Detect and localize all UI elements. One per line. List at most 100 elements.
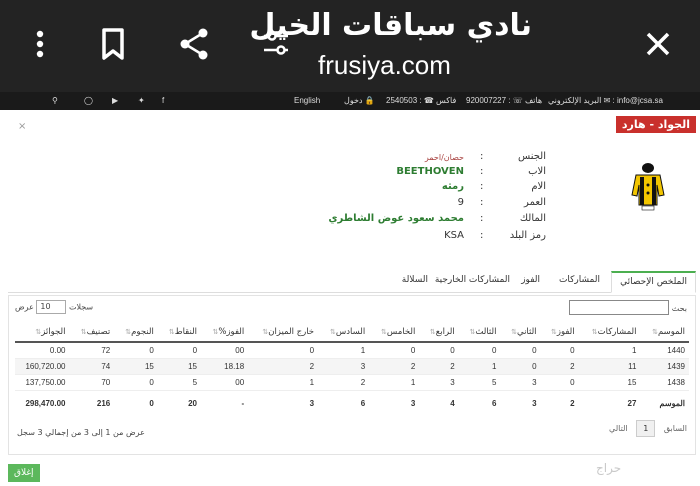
value-sex: حصان/احمر bbox=[424, 153, 464, 162]
language-link[interactable]: English bbox=[294, 96, 320, 105]
prev-button[interactable]: السابق bbox=[664, 424, 687, 433]
totals-row: الموسم 27 2 3 6 4 3 6 3-20 0 216 298,470.00 bbox=[15, 390, 689, 411]
column-header[interactable]: المشاركات⇅ bbox=[578, 322, 641, 343]
table-cell: 00 bbox=[201, 342, 249, 359]
tab-wins[interactable]: الفوز bbox=[521, 275, 540, 285]
show-prefix: عرض bbox=[15, 302, 34, 312]
table-cell: 0 bbox=[540, 374, 579, 391]
column-header[interactable]: الموسم⇅ bbox=[640, 322, 689, 343]
table-cell: 15 bbox=[114, 358, 158, 375]
colon: : bbox=[480, 213, 484, 224]
search-icon[interactable]: ⚲ bbox=[52, 96, 58, 105]
label-age: العمر bbox=[524, 197, 546, 208]
table-cell: 0 bbox=[114, 374, 158, 391]
page-title: نادي سباقات الخيل bbox=[249, 8, 532, 43]
tab-external-entries[interactable]: المشاركات الخارجية bbox=[435, 275, 510, 285]
page-url[interactable]: frusiya.com bbox=[318, 50, 451, 81]
next-button[interactable]: التالي bbox=[609, 424, 628, 433]
column-header[interactable]: الفوز%⇅ bbox=[201, 322, 249, 343]
youtube-icon[interactable]: ▶ bbox=[112, 96, 118, 105]
column-header-label: خارج الميزان bbox=[268, 327, 315, 337]
value-owner[interactable]: محمد سعود عوض الشاطري bbox=[328, 213, 464, 224]
total-cell: 6 bbox=[458, 390, 501, 411]
column-header-label: الرابع bbox=[435, 327, 455, 337]
column-header-label: الخامس bbox=[386, 327, 416, 337]
table-cell: 00 bbox=[201, 374, 249, 391]
table-cell: 11 bbox=[578, 358, 641, 375]
show-suffix: سجلات bbox=[68, 302, 94, 312]
column-header[interactable]: النجوم⇅ bbox=[114, 322, 158, 343]
table-cell: 3 bbox=[419, 374, 459, 391]
value-dam[interactable]: رمثه bbox=[442, 181, 464, 192]
table-cell: 5 bbox=[157, 374, 202, 391]
stats-panel: بحث سجلات 10 عرض الموسم⇅ المشاركات⇅ الفوز⇅… bbox=[8, 295, 696, 455]
browser-top-bar: نادي سباقات الخيل frusiya.com bbox=[0, 0, 700, 92]
close-button[interactable]: إغلاق bbox=[8, 464, 40, 482]
table-cell: 15 bbox=[578, 374, 641, 391]
horse-modal: × الجواد - هارد الجنس الاب الام العمر ال… bbox=[8, 113, 696, 486]
table-row: 1438 15 0 3 5 3 1 2 1 00 5 0 70 137,750.00 bbox=[15, 374, 689, 391]
total-cell: 298,470.00 bbox=[15, 390, 70, 411]
value-sire[interactable]: BEETHOVEN bbox=[396, 166, 464, 177]
modal-close-button[interactable]: × bbox=[18, 121, 26, 132]
page-length: سجلات 10 عرض bbox=[15, 300, 93, 314]
table-cell: 1 bbox=[458, 358, 501, 375]
column-header[interactable]: تصنيف⇅ bbox=[69, 322, 115, 343]
login-link[interactable]: دخول 🔒 bbox=[344, 96, 375, 105]
watermark: حراج bbox=[596, 461, 622, 475]
total-cell: 3 bbox=[248, 390, 319, 411]
column-header[interactable]: الجوائز⇅ bbox=[15, 322, 70, 343]
horse-badge: الجواد - هارد bbox=[615, 116, 696, 133]
facebook-icon[interactable]: f bbox=[162, 96, 164, 105]
page-1-button[interactable]: 1 bbox=[636, 420, 656, 437]
table-header-row: الموسم⇅ المشاركات⇅ الفوز⇅ الثاني⇅ الثالث⇅ الر… bbox=[15, 322, 689, 343]
table-cell: 2 bbox=[248, 358, 319, 375]
close-icon[interactable] bbox=[640, 26, 676, 62]
value-country: KSA bbox=[444, 230, 464, 241]
value-age: 9 bbox=[457, 197, 464, 208]
total-cell: 3 bbox=[500, 390, 541, 411]
column-header-label: الثاني bbox=[516, 327, 537, 337]
page-length-select[interactable]: 10 bbox=[36, 300, 67, 314]
column-header[interactable]: السادس⇅ bbox=[318, 322, 370, 343]
table-cell: 15 bbox=[157, 358, 202, 375]
column-header-label: النقاط bbox=[174, 327, 198, 337]
column-header[interactable]: الفوز⇅ bbox=[540, 322, 579, 343]
table-cell: 2 bbox=[369, 358, 420, 375]
twitter-icon[interactable]: ✦ bbox=[138, 96, 145, 105]
table-cell: 74 bbox=[69, 358, 115, 375]
tab-stats-summary[interactable]: الملخص الإحصائي bbox=[611, 271, 696, 293]
total-cell: 2 bbox=[540, 390, 579, 411]
stats-table: الموسم⇅ المشاركات⇅ الفوز⇅ الثاني⇅ الثالث⇅ الر… bbox=[15, 322, 689, 411]
column-header[interactable]: الرابع⇅ bbox=[419, 322, 459, 343]
column-header[interactable]: النقاط⇅ bbox=[157, 322, 202, 343]
total-cell: الموسم bbox=[640, 390, 689, 411]
table-cell: 0 bbox=[369, 342, 420, 359]
search-input[interactable] bbox=[569, 300, 669, 315]
column-header[interactable]: الثالث⇅ bbox=[458, 322, 501, 343]
contact-strip: ⚲ ◯ ▶ ✦ f English دخول 🔒 فاكس ☎ : 254050… bbox=[0, 92, 700, 110]
more-vert-icon[interactable] bbox=[22, 26, 58, 62]
table-cell: 137,750.00 bbox=[15, 374, 70, 391]
colon: : bbox=[480, 230, 484, 241]
column-header[interactable]: الثاني⇅ bbox=[500, 322, 541, 343]
table-cell: 0 bbox=[500, 342, 541, 359]
total-cell: 0 bbox=[114, 390, 158, 411]
tab-pedigree[interactable]: السلالة bbox=[402, 275, 428, 285]
column-header[interactable]: الخامس⇅ bbox=[369, 322, 420, 343]
instagram-icon[interactable]: ◯ bbox=[84, 96, 93, 105]
bookmark-icon[interactable] bbox=[95, 26, 131, 62]
table-cell: 1 bbox=[318, 342, 370, 359]
share-icon[interactable] bbox=[176, 26, 212, 62]
table-cell: 72 bbox=[69, 342, 115, 359]
column-header[interactable]: خارج الميزان⇅ bbox=[248, 322, 319, 343]
colon: : bbox=[480, 166, 484, 177]
column-header-label: الجوائز bbox=[41, 327, 66, 337]
table-cell: 1 bbox=[578, 342, 641, 359]
tab-entries[interactable]: المشاركات bbox=[559, 275, 600, 285]
colon: : bbox=[480, 197, 484, 208]
table-cell: 2 bbox=[419, 358, 459, 375]
table-cell: 1440 bbox=[640, 342, 689, 359]
column-header-label: الثالث bbox=[475, 327, 497, 337]
table-cell: 0 bbox=[157, 342, 202, 359]
